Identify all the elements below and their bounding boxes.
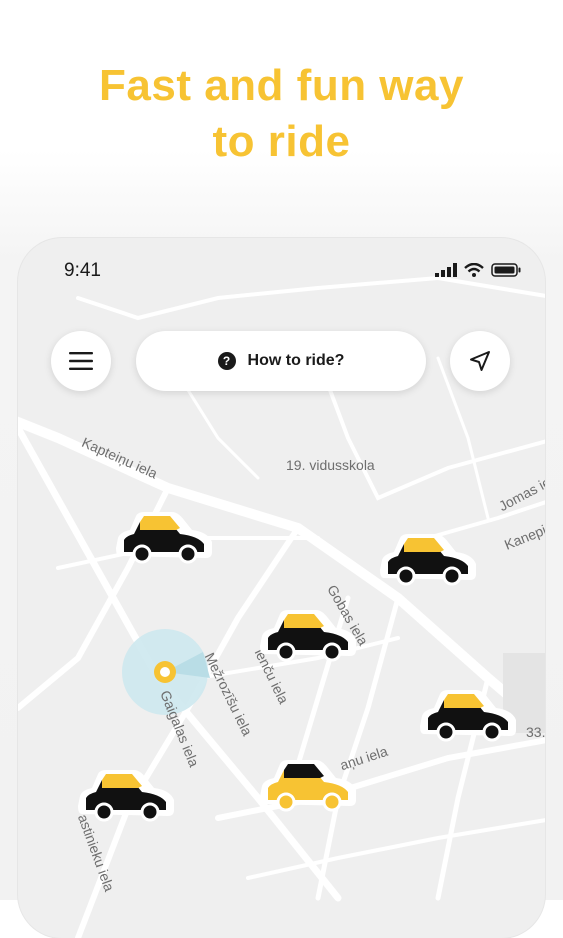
headline-line-1: Fast and fun way [99, 61, 464, 110]
car-marker[interactable] [258, 610, 358, 664]
car-marker-selected[interactable] [258, 760, 358, 814]
how-to-ride-button[interactable]: ? How to ride? [136, 331, 426, 391]
status-icons [435, 263, 521, 277]
hamburger-menu-icon [69, 352, 93, 370]
car-marker[interactable] [418, 690, 518, 744]
menu-button[interactable] [51, 331, 111, 391]
how-to-ride-label: How to ride? [247, 352, 345, 369]
map-label-33: 33. [526, 724, 545, 740]
locate-me-button[interactable] [450, 331, 510, 391]
car-marker[interactable] [378, 534, 478, 588]
phone-frame: Kapteiņu iela 19. vidusskola Jomas ies K… [18, 238, 545, 938]
wifi-icon [464, 263, 484, 277]
car-marker[interactable] [76, 770, 176, 824]
cellular-signal-icon [435, 263, 457, 277]
map-label-school: 19. vidusskola [286, 457, 375, 473]
status-time: 9:41 [64, 260, 101, 281]
navigation-arrow-icon [470, 351, 490, 371]
headline-line-2: to ride [212, 117, 351, 166]
car-marker[interactable] [114, 512, 214, 566]
headline: Fast and fun way to ride [0, 58, 563, 170]
battery-icon [491, 263, 521, 277]
help-icon: ? [217, 352, 236, 370]
